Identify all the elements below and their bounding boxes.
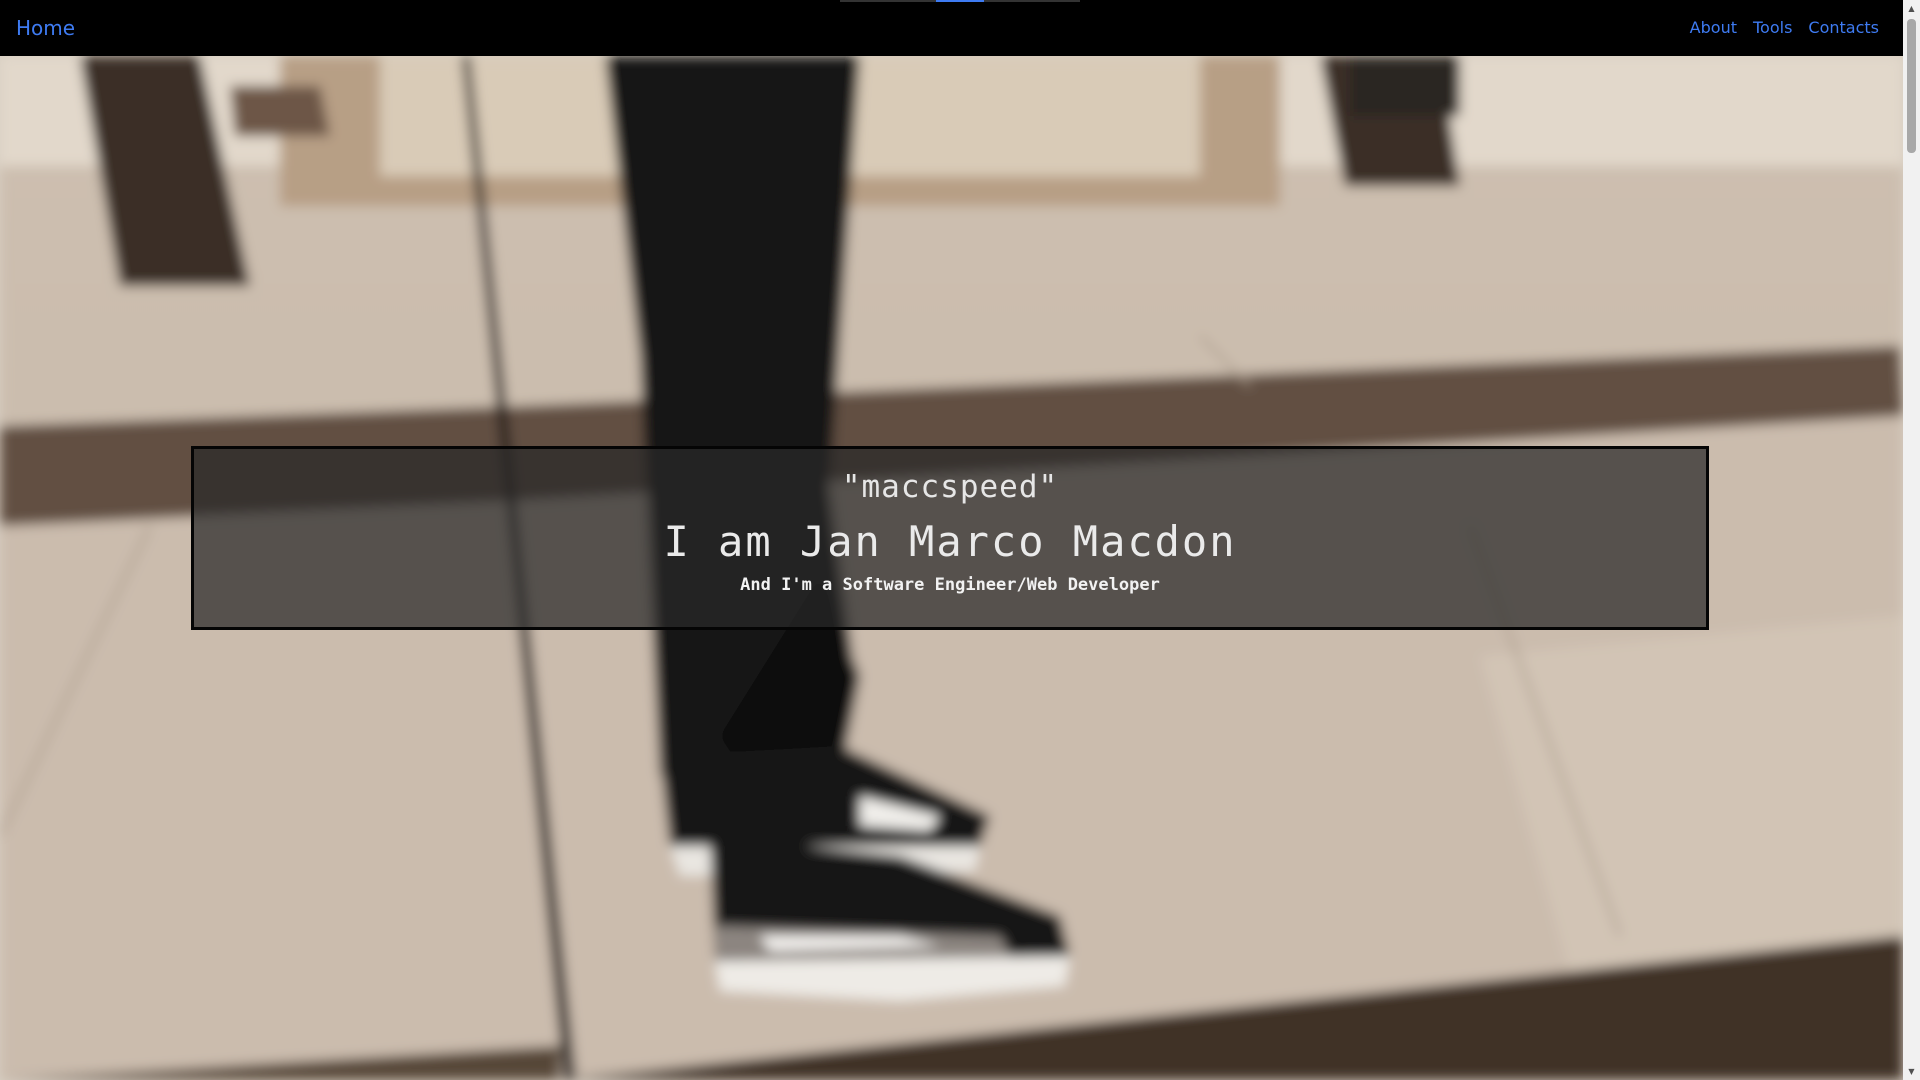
scroll-down-arrow-icon[interactable]: ▼ — [1903, 1063, 1920, 1080]
hero-nickname: "maccspeed" — [841, 469, 1059, 505]
scrollbar-thumb[interactable] — [1907, 19, 1916, 153]
nav-progress-track-right — [984, 0, 1080, 2]
nav-progress-active — [936, 0, 984, 2]
home-link[interactable]: Home — [16, 16, 75, 40]
hero-card: "maccspeed" I am Jan Marco Macdon And I'… — [191, 446, 1709, 630]
nav-link-tools[interactable]: Tools — [1753, 18, 1792, 37]
scroll-up-arrow-icon[interactable]: ▲ — [1903, 0, 1920, 17]
nav-links: About Tools Contacts — [1690, 18, 1879, 37]
top-navbar: Home About Tools Contacts — [0, 0, 1903, 56]
nav-progress-track-left — [840, 0, 936, 2]
hero-name: I am Jan Marco Macdon — [663, 517, 1237, 566]
nav-link-about[interactable]: About — [1690, 18, 1737, 37]
vertical-scrollbar[interactable]: ▲ ▼ — [1903, 0, 1920, 1080]
nav-link-contacts[interactable]: Contacts — [1808, 18, 1879, 37]
page: Home About Tools Contacts "maccspeed" I … — [0, 0, 1920, 1080]
hero-role: And I'm a Software Engineer/Web Develope… — [740, 575, 1160, 595]
